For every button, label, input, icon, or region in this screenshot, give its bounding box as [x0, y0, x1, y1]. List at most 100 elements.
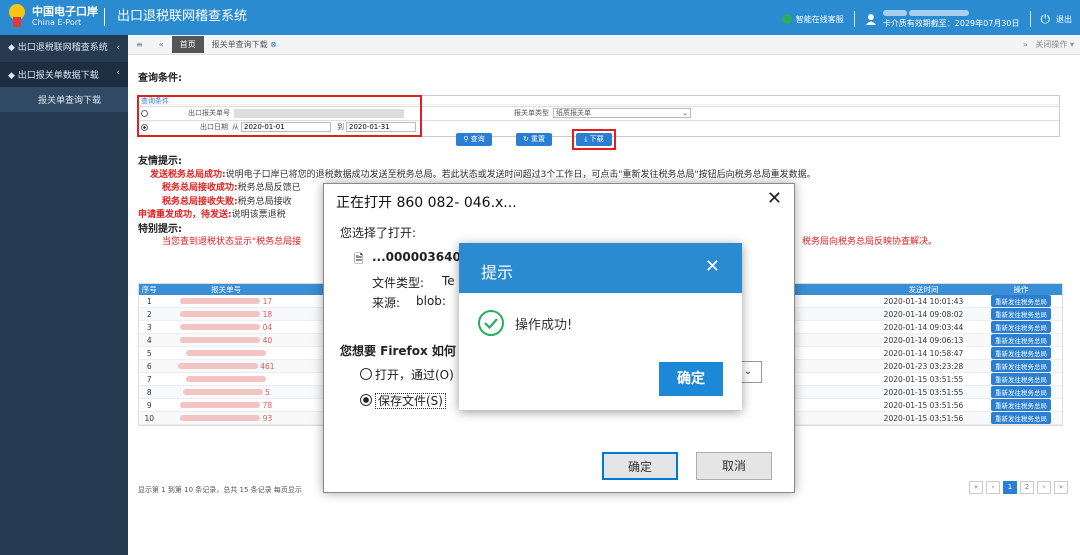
decl-type-label: 报关单类型 — [514, 109, 549, 117]
reset-icon: ↻ — [522, 135, 532, 143]
resend-button[interactable]: 重新发往税务总局 — [990, 412, 1051, 424]
sidebar-root[interactable]: ◆ 出口退税联网稽查系统 ‹ — [0, 35, 128, 62]
reset-button[interactable]: ↻ 重置 — [516, 133, 552, 146]
tip-label: 税务总局接收失败: — [162, 196, 238, 207]
logo-en: China E-Port — [32, 17, 82, 27]
cell-decl-no: 18 — [159, 307, 293, 321]
file-type-value: Te — [442, 274, 455, 288]
source-value: blob: — [416, 294, 446, 308]
resend-button[interactable]: 重新发往税务总局 — [990, 308, 1051, 320]
cell-time: 2020-01-14 09:06:13 — [867, 333, 980, 347]
cell-time: 2020-01-15 03:51:56 — [867, 411, 980, 425]
cell-no: 9 — [139, 398, 160, 412]
query-button[interactable]: ⚲ 查询 — [456, 133, 492, 146]
resend-button[interactable]: 重新发往税务总局 — [990, 295, 1051, 307]
cell-decl-no: 5 — [159, 385, 293, 399]
cell-no: 3 — [139, 320, 160, 334]
special-tail: 税务局向税务总局反映协查解决。 — [802, 237, 938, 247]
page-first[interactable]: « — [969, 481, 983, 494]
cell-time: 2020-01-14 09:03:44 — [867, 320, 980, 334]
message-text: 操作成功! — [515, 317, 573, 333]
dialog-cancel-button[interactable]: 取消 — [696, 452, 772, 480]
cell-time: 2020-01-14 10:01:43 — [867, 295, 980, 308]
cell-time: 2020-01-15 03:51:55 — [867, 385, 980, 399]
cell-no: 10 — [139, 411, 160, 425]
cell-decl-no: 04 — [159, 320, 293, 334]
open-with-option[interactable]: 打开，通过(O) — [360, 366, 454, 383]
message-close-icon[interactable]: ✕ — [705, 256, 720, 277]
tab-home[interactable]: 首页 — [171, 36, 204, 53]
user-info: 卡介质有效期截至：2029年07月30日 — [882, 9, 1020, 29]
power-icon[interactable]: ⏻ — [1041, 12, 1051, 27]
logout-link[interactable]: 退出 — [1056, 14, 1072, 25]
page-last[interactable]: » — [1054, 481, 1068, 494]
resend-button[interactable]: 重新发往税务总局 — [990, 360, 1051, 372]
search-icon: ⚲ — [463, 135, 471, 143]
logo-cn: 中国电子口岸 — [32, 4, 98, 18]
dialog-close-icon[interactable]: ✕ — [767, 188, 782, 209]
tip-text: 说明电子口岸已将您的退税数据成功发送至税务总局。若此状态或发送时间超过3个工作日… — [225, 169, 816, 180]
cell-no: 4 — [139, 333, 160, 347]
resend-button[interactable]: 重新发往税务总局 — [990, 334, 1051, 346]
online-service-link[interactable]: 智能在线客服 — [796, 14, 844, 25]
cell-decl-no — [159, 346, 293, 360]
file-type-label: 文件类型: — [372, 276, 425, 290]
sidebar-item-decl-query[interactable]: 报关单查询下载 — [0, 87, 128, 112]
tab-prev-icon[interactable]: « — [151, 40, 172, 49]
page-prev[interactable]: ‹ — [986, 481, 1000, 494]
tip-label: 税务总局接收成功: — [162, 183, 238, 193]
close-ops-menu[interactable]: » 关闭操作 ▾ — [1023, 39, 1080, 50]
cell-decl-no: 40 — [159, 333, 293, 347]
resend-button[interactable]: 重新发往税务总局 — [990, 347, 1051, 359]
tip-label: 发送税务总局成功: — [150, 169, 226, 180]
message-title: 提示 — [481, 263, 514, 282]
cell-time: 2020-01-23 03:23:28 — [867, 359, 980, 373]
resend-button[interactable]: 重新发往税务总局 — [990, 386, 1051, 398]
cell-time: 2020-01-14 09:08:02 — [867, 307, 980, 321]
cell-decl-no: 461 — [159, 359, 293, 373]
success-message-box: 提示 ✕ 操作成功! 确定 — [459, 243, 742, 410]
resend-button[interactable]: 重新发往税务总局 — [990, 399, 1051, 411]
file-name: ...000003640 — [372, 250, 461, 264]
resend-button[interactable]: 重新发往税务总局 — [990, 373, 1051, 385]
pagination: « ‹ 1 2 › » — [969, 481, 1068, 494]
friendly-tips-title: 友情提示: — [138, 156, 182, 167]
page-next[interactable]: › — [1037, 481, 1051, 494]
save-file-option[interactable]: 保存文件(S) — [360, 392, 446, 409]
page-1[interactable]: 1 — [1003, 481, 1017, 494]
top-header: 中国电子口岸 China E-Port 出口退税联网稽查系统 智能在线客服 卡介… — [0, 0, 1080, 35]
col-decl-no: 报关单号 — [159, 284, 293, 295]
special-text: 当您查到退税状态显示"税务总局接 — [162, 237, 302, 247]
decl-type-select[interactable]: 纸质报关单 ⌄ — [553, 108, 691, 118]
col-no: 序号 — [139, 284, 160, 295]
system-title: 出口退税联网稽查系统 — [104, 8, 247, 26]
question: 您想要 Firefox 如何 — [340, 344, 456, 358]
cell-no: 1 — [139, 295, 160, 308]
highlight-download — [572, 129, 616, 150]
message-ok-button[interactable]: 确定 — [659, 362, 723, 396]
resend-button[interactable]: 重新发往税务总局 — [990, 321, 1051, 333]
cell-decl-no: 93 — [159, 411, 293, 425]
cell-decl-no — [159, 372, 293, 386]
dialog-title: 正在打开 860 082- 046.x... — [336, 195, 517, 211]
cell-decl-no: 78 — [159, 398, 293, 412]
tab-decl-query[interactable]: 报关单查询下载 ⊗ — [204, 36, 285, 53]
validity-text: 卡介质有效期截至：2029年07月30日 — [882, 19, 1020, 28]
eport-logo: 中国电子口岸 China E-Port — [8, 3, 98, 29]
cell-no: 7 — [139, 372, 160, 386]
cell-time: 2020-01-15 03:51:55 — [867, 372, 980, 386]
sidebar-group[interactable]: ◆ 出口报关单数据下载 ‹ — [0, 62, 128, 87]
tip-text: 说明该票退税 — [231, 210, 286, 220]
radio-open[interactable] — [360, 368, 372, 380]
emblem-icon — [9, 4, 25, 27]
cell-no: 6 — [139, 359, 160, 373]
tab-bar: ≡ « 首页 报关单查询下载 ⊗ » 关闭操作 ▾ — [128, 35, 1080, 55]
radio-save[interactable] — [360, 394, 372, 406]
page-2[interactable]: 2 — [1020, 481, 1034, 494]
dialog-ok-button[interactable]: 确定 — [602, 452, 678, 480]
table-footer: 显示第 1 到第 10 条记录，总共 15 条记录 每页显示 — [138, 486, 302, 494]
cell-time: 2020-01-14 10:58:47 — [867, 346, 980, 360]
chosen-label: 您选择了打开: — [340, 226, 417, 240]
menu-toggle-icon[interactable]: ≡ — [128, 40, 151, 49]
source-label: 来源: — [372, 296, 401, 310]
